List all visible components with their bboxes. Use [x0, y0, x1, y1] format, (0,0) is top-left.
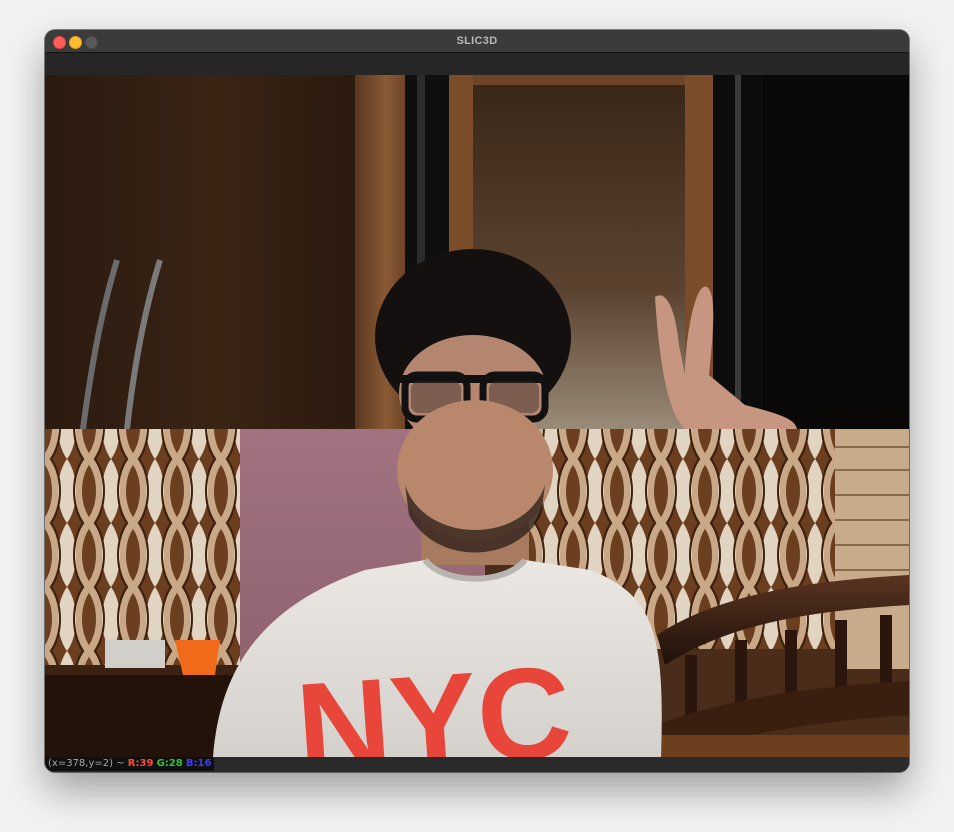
toolbar-strip	[45, 53, 909, 75]
red-value: R:39	[127, 758, 154, 769]
status-bar: (x=378,y=2) ~ R:39 G:28 B:16	[45, 757, 909, 772]
title-bar[interactable]: SLIC3D	[45, 30, 909, 53]
app-window: SLIC3D NYC (x=378,y=2) ~ R:39 G:28 B:16	[45, 30, 909, 772]
green-value: G:28	[156, 758, 183, 769]
window-title: SLIC3D	[456, 35, 498, 47]
cursor-coordinates: (x=378,y=2) ~	[48, 758, 125, 769]
blue-value: B:16	[185, 758, 212, 769]
pixel-info: (x=378,y=2) ~ R:39 G:28 B:16	[45, 757, 215, 771]
shirt-print: NYC	[292, 638, 576, 757]
image-view: NYC	[45, 75, 909, 757]
image-canvas[interactable]: NYC	[45, 75, 909, 757]
